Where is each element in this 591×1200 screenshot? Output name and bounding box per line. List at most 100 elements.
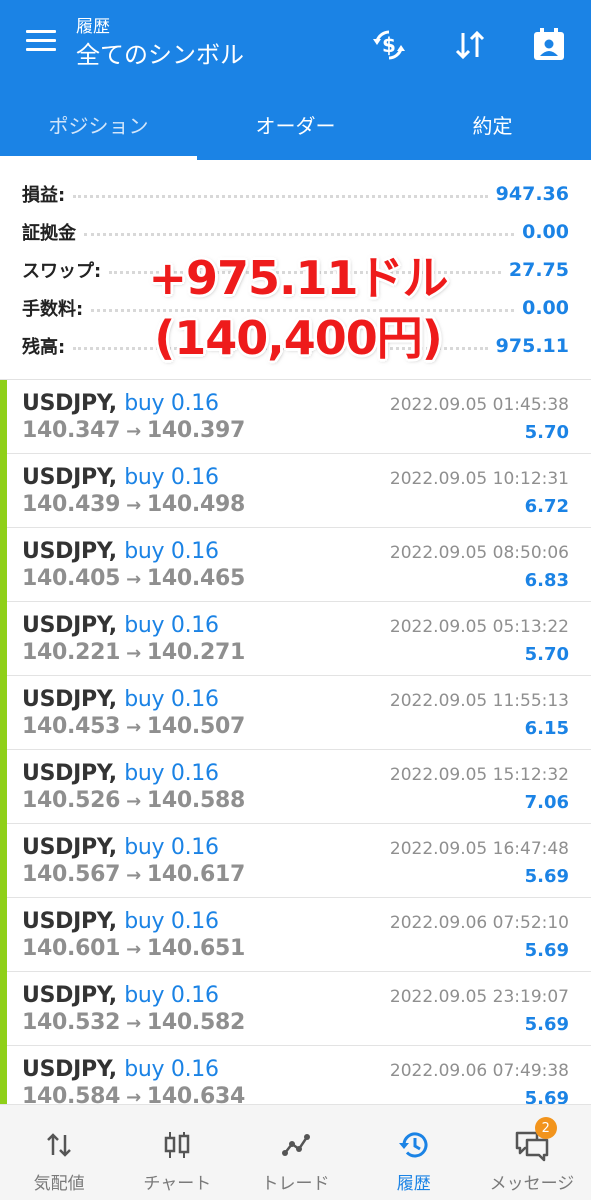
nav-messages[interactable]: 2 メッセージ bbox=[473, 1105, 591, 1200]
summary-row-profit: 損益: 947.36 bbox=[22, 175, 569, 213]
buy-indicator-bar bbox=[0, 750, 7, 824]
deal-side-volume: buy 0.16 bbox=[124, 1057, 219, 1082]
summary-value: 27.75 bbox=[508, 259, 569, 281]
deal-row[interactable]: USDJPY, buy 0.16 140.567 → 140.617 2022.09.0… bbox=[0, 824, 591, 898]
deal-side-volume: buy 0.16 bbox=[124, 983, 219, 1008]
tab-deals[interactable]: 約定 bbox=[394, 88, 591, 160]
arrow-right-icon: → bbox=[126, 421, 141, 442]
deal-open-price: 140.532 bbox=[22, 1010, 121, 1035]
summary-label: 証拠金 bbox=[22, 223, 76, 244]
deal-close-price: 140.465 bbox=[146, 566, 246, 591]
deal-row[interactable]: USDJPY, buy 0.16 140.221 → 140.271 2022.09.0… bbox=[0, 602, 591, 676]
buy-indicator-bar bbox=[0, 380, 7, 454]
nav-label: メッセージ bbox=[489, 1174, 575, 1194]
deal-profit: 7.06 bbox=[524, 792, 569, 813]
deal-prices: 140.221 → 140.271 bbox=[22, 640, 245, 665]
deal-profit: 5.69 bbox=[524, 940, 569, 961]
nav-trade[interactable]: トレード bbox=[236, 1105, 354, 1200]
deal-symbol-line: USDJPY, buy 0.16 bbox=[22, 391, 219, 416]
deal-row[interactable]: USDJPY, buy 0.16 140.532 → 140.582 2022.09.0… bbox=[0, 972, 591, 1046]
currency-exchange-icon[interactable]: $ bbox=[368, 24, 410, 66]
summary-label: 手数料: bbox=[22, 299, 84, 320]
deal-close-price: 140.651 bbox=[146, 936, 246, 961]
deal-prices: 140.405 → 140.465 bbox=[22, 566, 245, 591]
summary-label: スワップ: bbox=[22, 261, 102, 282]
tab-bar: ポジション オーダー 約定 bbox=[0, 88, 591, 160]
deal-row[interactable]: USDJPY, buy 0.16 140.601 → 140.651 2022.09.0… bbox=[0, 898, 591, 972]
deal-prices: 140.347 → 140.397 bbox=[22, 418, 245, 443]
deal-symbol-line: USDJPY, buy 0.16 bbox=[22, 539, 219, 564]
deal-prices: 140.601 → 140.651 bbox=[22, 936, 245, 961]
deal-symbol-line: USDJPY, buy 0.16 bbox=[22, 465, 219, 490]
summary-value: 0.00 bbox=[522, 221, 569, 243]
deal-symbol-line: USDJPY, buy 0.16 bbox=[22, 613, 219, 638]
deal-row[interactable]: USDJPY, buy 0.16 140.526 → 140.588 2022.09.0… bbox=[0, 750, 591, 824]
buy-indicator-bar bbox=[0, 454, 7, 528]
deal-symbol-line: USDJPY, buy 0.16 bbox=[22, 983, 219, 1008]
deal-symbol-line: USDJPY, buy 0.16 bbox=[22, 1057, 219, 1082]
nav-history[interactable]: 履歴 bbox=[355, 1105, 473, 1200]
menu-icon[interactable] bbox=[26, 30, 60, 58]
trade-icon bbox=[280, 1129, 312, 1161]
overlay-line-usd: +975.11ドル bbox=[148, 251, 448, 305]
nav-chart[interactable]: チャート bbox=[118, 1105, 236, 1200]
tab-orders[interactable]: オーダー bbox=[197, 88, 394, 160]
deal-close-price: 140.588 bbox=[146, 788, 246, 813]
deal-symbol-line: USDJPY, buy 0.16 bbox=[22, 909, 219, 934]
dotted-leader bbox=[84, 232, 515, 236]
deal-open-price: 140.347 bbox=[22, 418, 121, 443]
nav-label: 履歴 bbox=[396, 1174, 431, 1194]
overlay-line-jpy: (140,400円) bbox=[154, 311, 443, 365]
deal-row[interactable]: USDJPY, buy 0.16 140.405 → 140.465 2022.09.0… bbox=[0, 528, 591, 602]
buy-indicator-bar bbox=[0, 602, 7, 676]
deal-prices: 140.453 → 140.507 bbox=[22, 714, 245, 739]
quotes-icon bbox=[43, 1129, 75, 1161]
calendar-user-icon[interactable] bbox=[528, 24, 570, 66]
deal-profit: 6.15 bbox=[524, 718, 569, 739]
deal-close-price: 140.498 bbox=[146, 492, 246, 517]
deal-side-volume: buy 0.16 bbox=[124, 761, 219, 786]
bottom-nav: 気配値 チャート トレード 履歴 2 メッセージ bbox=[0, 1104, 591, 1200]
deal-symbol: USDJPY, bbox=[22, 687, 117, 712]
app-bar: 履歴 全てのシンボル $ bbox=[0, 0, 591, 88]
deal-profit: 6.72 bbox=[524, 496, 569, 517]
deal-close-price: 140.507 bbox=[146, 714, 246, 739]
dotted-leader bbox=[73, 194, 488, 198]
tab-positions[interactable]: ポジション bbox=[0, 88, 197, 160]
deal-time: 2022.09.06 07:49:38 bbox=[389, 1061, 569, 1081]
title-block[interactable]: 履歴 全てのシンボル bbox=[76, 16, 244, 72]
deal-side-volume: buy 0.16 bbox=[124, 835, 219, 860]
deal-profit: 5.69 bbox=[524, 1014, 569, 1035]
deal-symbol: USDJPY, bbox=[22, 391, 117, 416]
deal-side-volume: buy 0.16 bbox=[124, 539, 219, 564]
arrow-right-icon: → bbox=[126, 1013, 141, 1034]
svg-text:$: $ bbox=[382, 33, 396, 57]
arrow-right-icon: → bbox=[126, 495, 141, 516]
chart-icon bbox=[161, 1129, 193, 1161]
unread-badge: 2 bbox=[534, 1117, 557, 1139]
arrow-right-icon: → bbox=[126, 939, 141, 960]
sort-icon[interactable] bbox=[449, 24, 491, 66]
deal-open-price: 140.601 bbox=[22, 936, 121, 961]
deal-side-volume: buy 0.16 bbox=[124, 687, 219, 712]
profit-overlay-text: +975.11ドル (140,400円) bbox=[138, 248, 458, 368]
summary-row-margin: 証拠金 0.00 bbox=[22, 213, 569, 251]
deal-symbol-line: USDJPY, buy 0.16 bbox=[22, 835, 219, 860]
deal-open-price: 140.405 bbox=[22, 566, 121, 591]
deal-prices: 140.532 → 140.582 bbox=[22, 1010, 245, 1035]
deal-time: 2022.09.06 07:52:10 bbox=[389, 913, 569, 933]
deal-prices: 140.526 → 140.588 bbox=[22, 788, 245, 813]
deal-row[interactable]: USDJPY, buy 0.16 140.347 → 140.397 2022.09.0… bbox=[0, 380, 591, 454]
deal-row[interactable]: USDJPY, buy 0.16 140.439 → 140.498 2022.09.0… bbox=[0, 454, 591, 528]
nav-quotes[interactable]: 気配値 bbox=[0, 1105, 118, 1200]
deal-symbol: USDJPY, bbox=[22, 983, 117, 1008]
deal-profit: 6.83 bbox=[524, 570, 569, 591]
deal-open-price: 140.453 bbox=[22, 714, 121, 739]
buy-indicator-bar bbox=[0, 676, 7, 750]
deal-open-price: 140.567 bbox=[22, 862, 121, 887]
arrow-right-icon: → bbox=[126, 717, 141, 738]
deal-row[interactable]: USDJPY, buy 0.16 140.453 → 140.507 2022.09.0… bbox=[0, 676, 591, 750]
deal-open-price: 140.526 bbox=[22, 788, 121, 813]
deals-list: USDJPY, buy 0.16 140.347 → 140.397 2022.09.0… bbox=[0, 380, 591, 1120]
arrow-right-icon: → bbox=[126, 643, 141, 664]
